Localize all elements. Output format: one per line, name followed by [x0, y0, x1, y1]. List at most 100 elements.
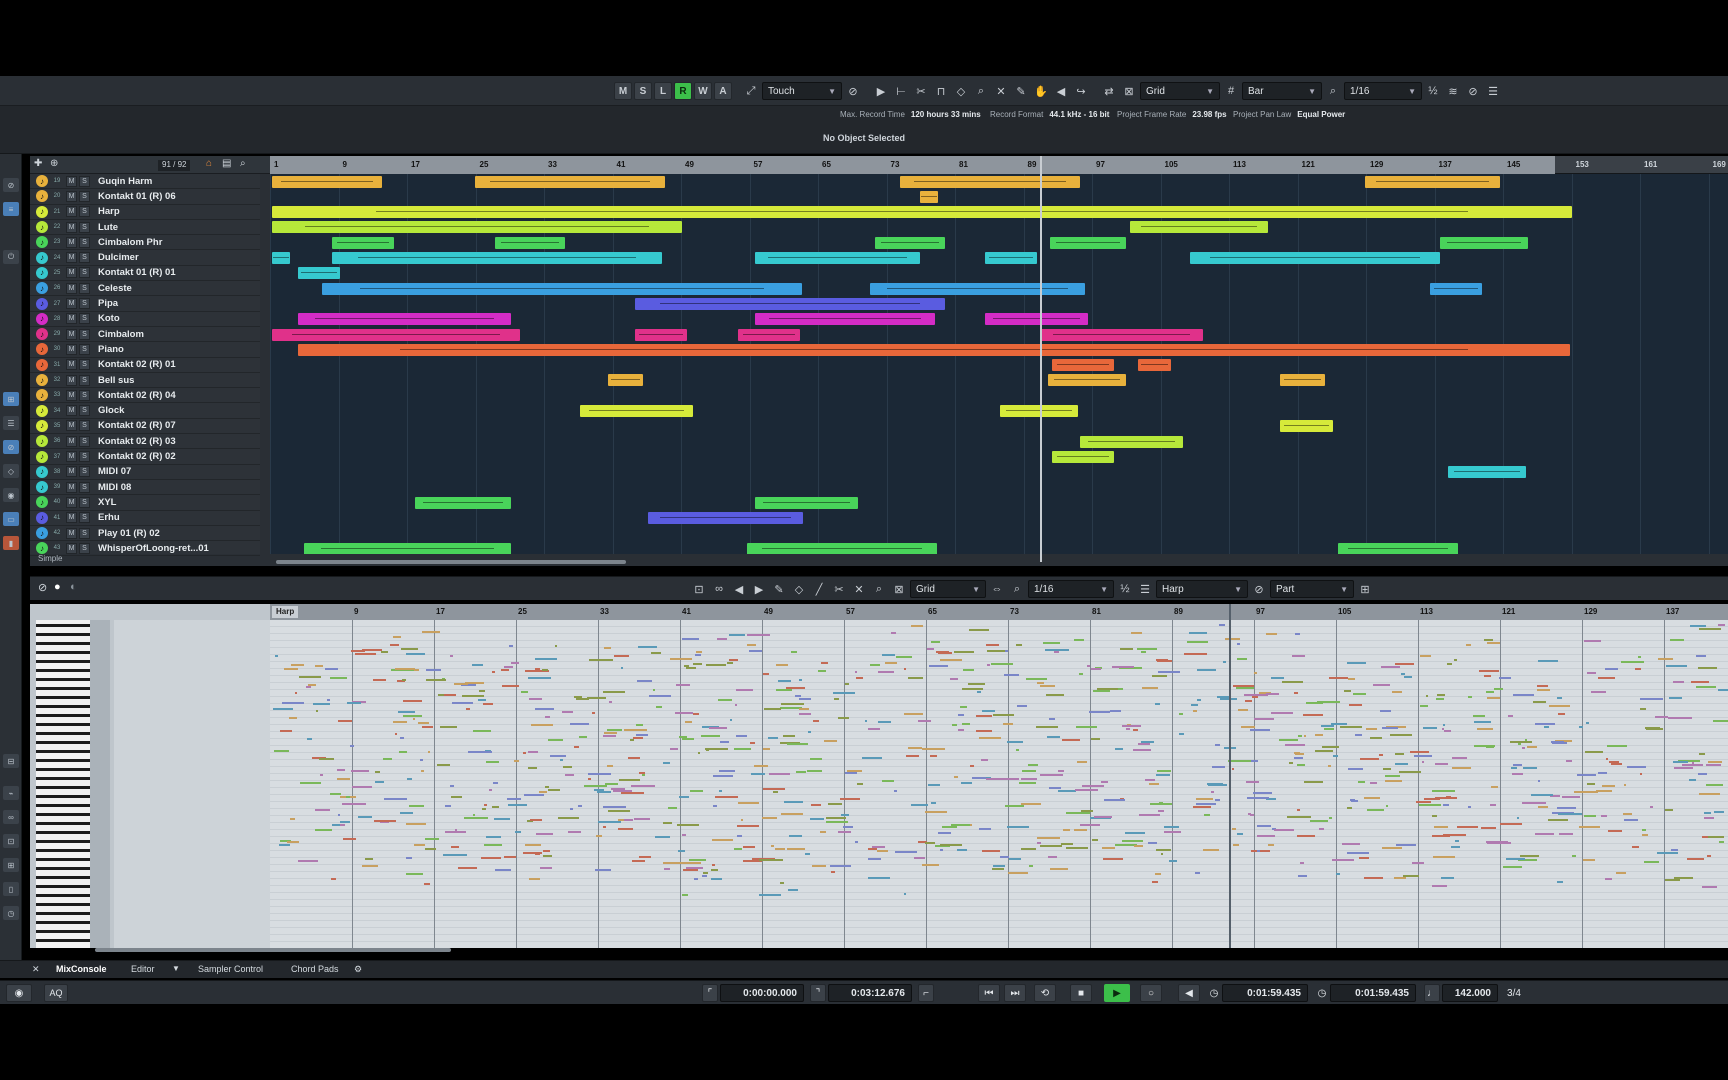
- midi-note[interactable]: [1293, 756, 1303, 759]
- midi-note[interactable]: [693, 713, 700, 716]
- midi-note[interactable]: [1713, 810, 1725, 813]
- midi-note[interactable]: [1295, 633, 1301, 636]
- automation-mode-select[interactable]: Touch ▼: [762, 82, 842, 100]
- midi-note[interactable]: [694, 654, 701, 657]
- midi-note[interactable]: [457, 866, 477, 869]
- midi-part[interactable]: [1040, 328, 1203, 341]
- midi-note[interactable]: [313, 703, 331, 706]
- midi-note[interactable]: [338, 719, 352, 722]
- midi-note[interactable]: [664, 868, 671, 871]
- midi-note[interactable]: [300, 782, 321, 785]
- midi-note[interactable]: [1442, 803, 1449, 806]
- track-name[interactable]: Harp: [98, 206, 120, 217]
- midi-note[interactable]: [967, 682, 986, 685]
- midi-note[interactable]: [1349, 703, 1363, 706]
- midi-note[interactable]: [1370, 736, 1383, 739]
- midi-note[interactable]: [583, 784, 608, 787]
- midi-note[interactable]: [837, 831, 851, 834]
- line-tool-icon[interactable]: ╱: [810, 580, 828, 598]
- midi-note[interactable]: [1487, 842, 1512, 845]
- midi-note[interactable]: [1061, 842, 1074, 845]
- midi-note[interactable]: [929, 755, 938, 758]
- track-name[interactable]: Kontakt 02 (R) 02: [98, 451, 176, 462]
- midi-note[interactable]: [1385, 774, 1400, 777]
- midi-note[interactable]: [717, 699, 733, 702]
- pencil-tool-icon[interactable]: ✎: [770, 580, 788, 598]
- midi-note[interactable]: [639, 771, 645, 774]
- midi-note[interactable]: [1081, 785, 1104, 788]
- midi-note[interactable]: [395, 668, 415, 670]
- midi-note[interactable]: [811, 804, 821, 807]
- midi-note[interactable]: [357, 816, 373, 819]
- midi-note[interactable]: [704, 747, 728, 750]
- midi-note[interactable]: [681, 638, 700, 641]
- midi-note[interactable]: [1665, 809, 1674, 812]
- midi-note[interactable]: [768, 772, 790, 775]
- midi-note[interactable]: [605, 782, 619, 785]
- midi-note[interactable]: [291, 664, 305, 667]
- midi-note[interactable]: [337, 778, 350, 781]
- close-lower-zone-icon[interactable]: ✕: [32, 964, 40, 975]
- midi-note[interactable]: [1043, 642, 1060, 645]
- midi-note[interactable]: [444, 805, 452, 808]
- midi-note[interactable]: [1066, 847, 1088, 850]
- midi-note[interactable]: [634, 817, 650, 820]
- midi-note[interactable]: [729, 719, 733, 722]
- midi-note[interactable]: [326, 699, 330, 702]
- track-name[interactable]: XYL: [98, 497, 116, 508]
- midi-note[interactable]: [1558, 712, 1566, 715]
- midi-note[interactable]: [1513, 764, 1523, 767]
- midi-note[interactable]: [693, 663, 702, 666]
- midi-note[interactable]: [543, 854, 553, 857]
- midi-part[interactable]: [1190, 252, 1440, 264]
- midi-note[interactable]: [1178, 713, 1183, 716]
- midi-note[interactable]: [1359, 857, 1370, 860]
- track-name[interactable]: Play 01 (R) 02: [98, 528, 160, 539]
- solo-editor-icon[interactable]: ⊘: [38, 581, 47, 594]
- midi-note[interactable]: [1152, 880, 1159, 883]
- midi-note[interactable]: [734, 748, 751, 751]
- midi-note[interactable]: [1196, 698, 1201, 701]
- midi-note[interactable]: [1517, 743, 1522, 746]
- midi-note[interactable]: [895, 850, 917, 853]
- midi-note[interactable]: [1347, 662, 1367, 665]
- primary-time-display[interactable]: 0:01:59.435: [1222, 984, 1308, 1002]
- track-name[interactable]: Kontakt 01 (R) 01: [98, 267, 176, 278]
- solo-button[interactable]: S: [79, 527, 90, 539]
- midi-note[interactable]: [1195, 802, 1216, 805]
- midi-note[interactable]: [776, 664, 788, 667]
- midi-icon[interactable]: ▭: [3, 512, 19, 526]
- midi-part[interactable]: [495, 236, 565, 249]
- track-name[interactable]: Kontakt 02 (R) 07: [98, 420, 176, 431]
- midi-note[interactable]: [771, 844, 775, 847]
- midi-note[interactable]: [678, 850, 685, 853]
- midi-note[interactable]: [825, 821, 848, 824]
- midi-note[interactable]: [1159, 801, 1163, 804]
- midi-part[interactable]: [747, 542, 937, 554]
- midi-note[interactable]: [1365, 728, 1377, 731]
- midi-note[interactable]: [978, 737, 1002, 740]
- right-locator-icon[interactable]: ⌝: [810, 984, 826, 1002]
- midi-note[interactable]: [633, 736, 643, 739]
- midi-note[interactable]: [1394, 662, 1414, 665]
- midi-note[interactable]: [1353, 692, 1367, 695]
- midi-note[interactable]: [1576, 773, 1596, 776]
- midi-note[interactable]: [1340, 726, 1363, 729]
- midi-note[interactable]: [1536, 684, 1548, 687]
- midi-part[interactable]: [272, 328, 520, 341]
- midi-note[interactable]: [1670, 848, 1678, 851]
- midi-note[interactable]: [1016, 749, 1019, 752]
- mute-button[interactable]: M: [66, 313, 77, 325]
- midi-note[interactable]: [1522, 767, 1538, 770]
- track-name[interactable]: Glock: [98, 405, 124, 416]
- midi-note[interactable]: [1053, 651, 1059, 654]
- quantize-settings-icon[interactable]: ≋: [1444, 82, 1462, 100]
- midi-note[interactable]: [1522, 801, 1547, 804]
- midi-note[interactable]: [354, 653, 376, 656]
- midi-note[interactable]: [719, 740, 729, 743]
- midi-note[interactable]: [439, 726, 458, 729]
- midi-note[interactable]: [631, 784, 655, 787]
- midi-note[interactable]: [461, 694, 485, 697]
- metronome-icon[interactable]: ♩: [1424, 984, 1440, 1002]
- go-to-end-icon[interactable]: ⏭: [1004, 984, 1026, 1002]
